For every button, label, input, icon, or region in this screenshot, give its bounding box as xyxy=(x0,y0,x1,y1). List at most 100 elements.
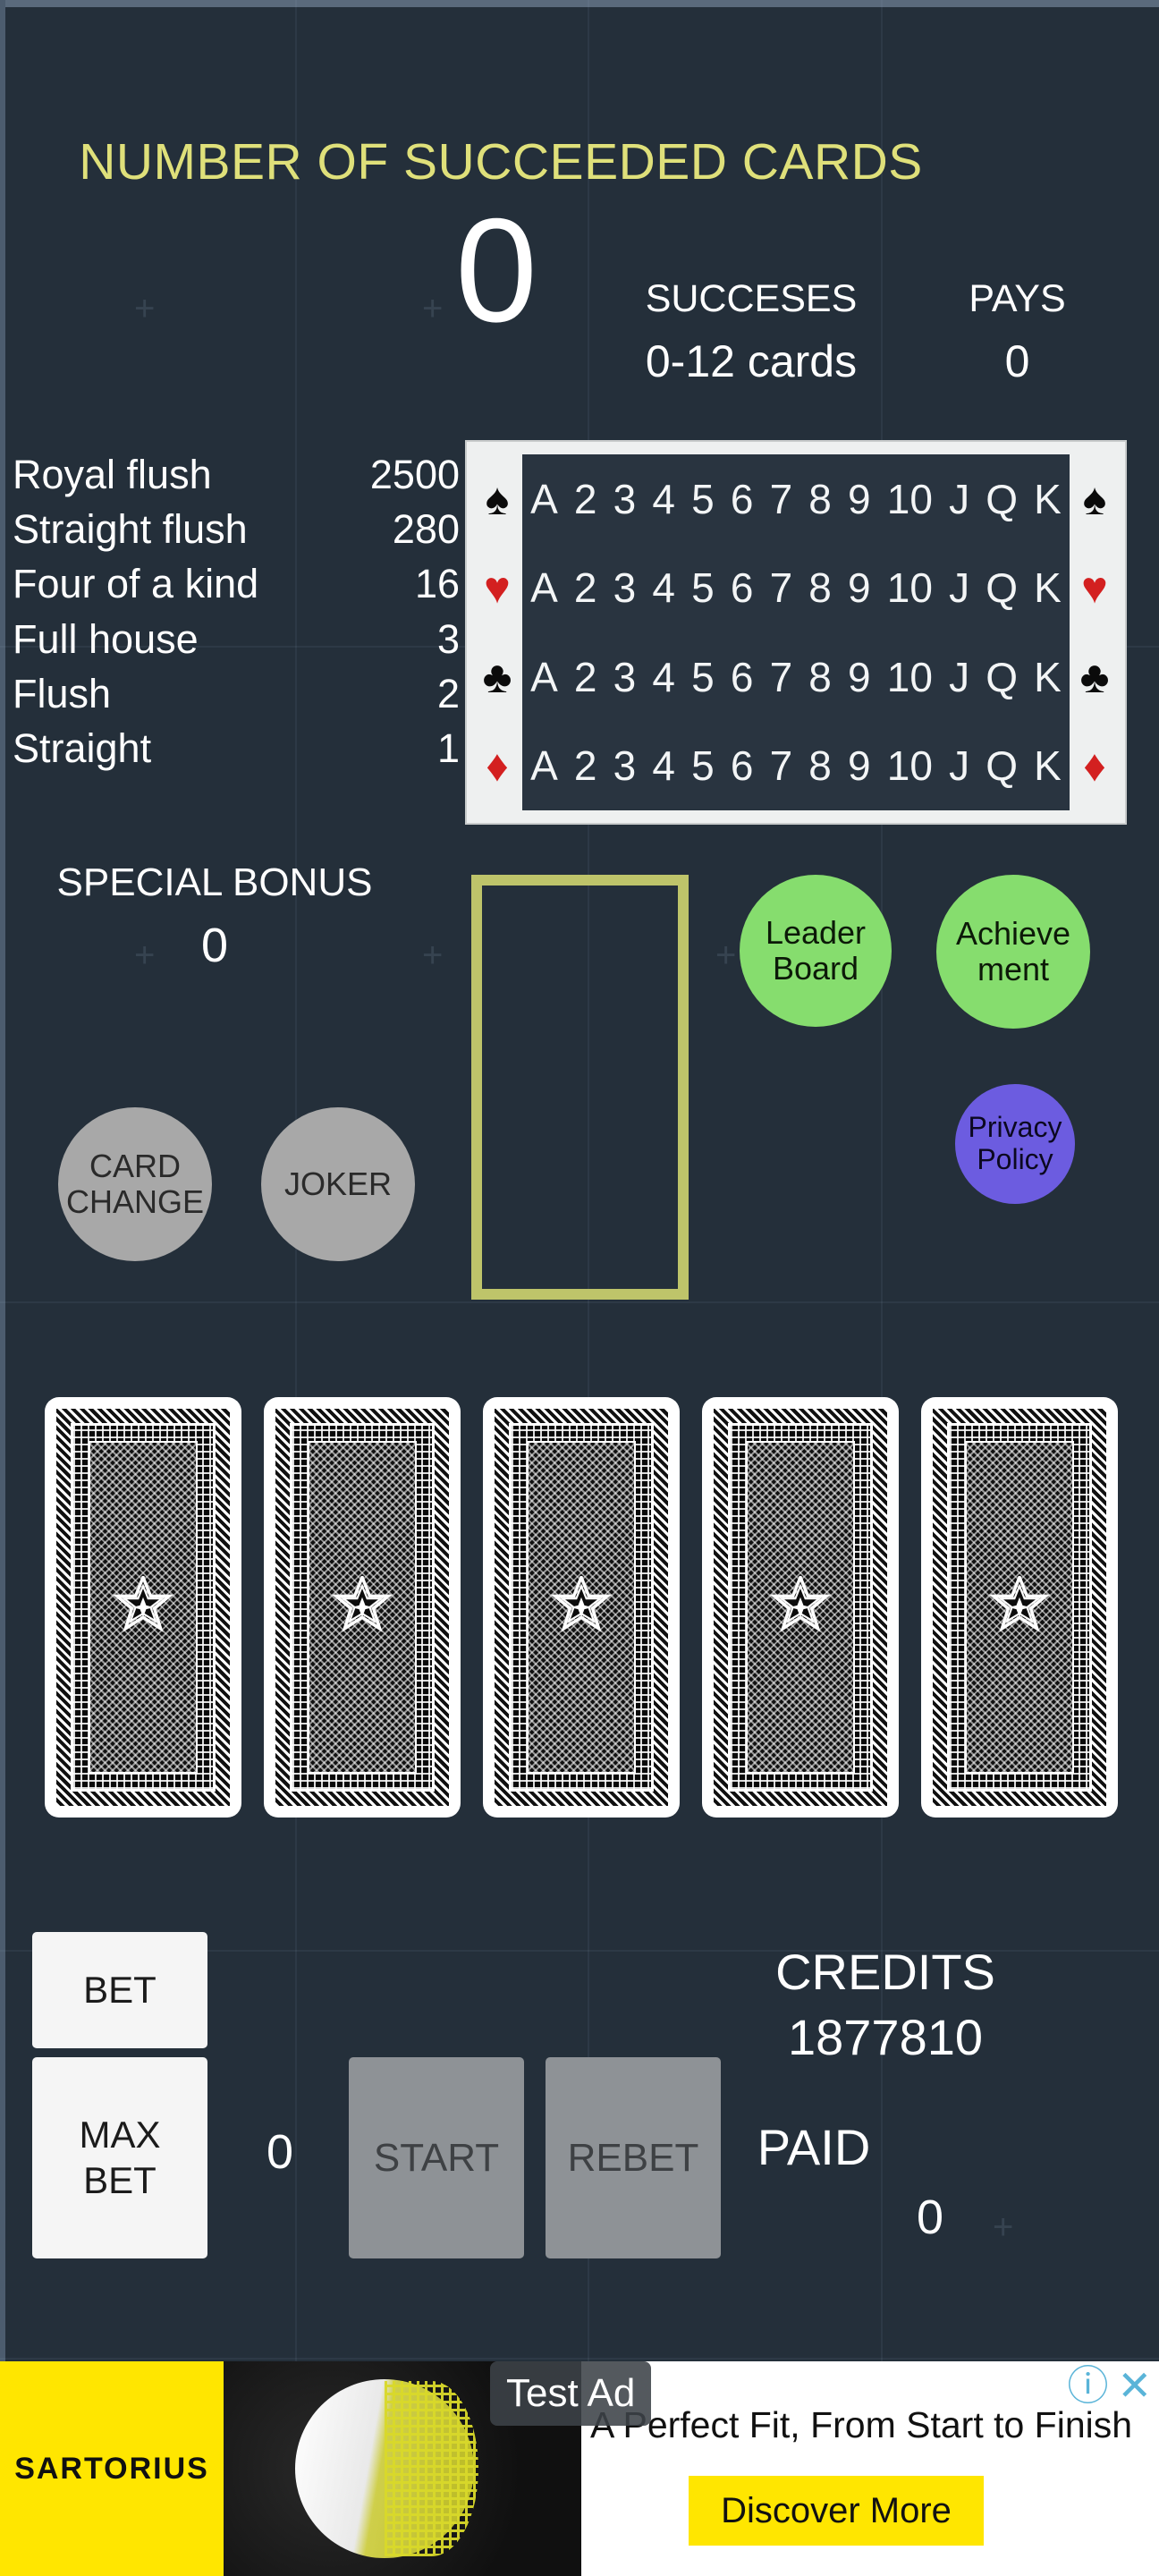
card-cell-diamond-7[interactable]: 7 xyxy=(770,745,793,786)
grid-line-h xyxy=(0,1301,1159,1303)
card-cell-club-10[interactable]: 10 xyxy=(887,657,933,698)
hand-card-5[interactable] xyxy=(921,1397,1118,1818)
card-cell-heart-2[interactable]: 2 xyxy=(574,567,597,608)
close-icon[interactable]: ✕ xyxy=(1117,2365,1152,2406)
card-cell-spade-2[interactable]: 2 xyxy=(574,479,597,520)
card-cell-club-6[interactable]: 6 xyxy=(731,657,754,698)
card-cell-heart-7[interactable]: 7 xyxy=(770,567,793,608)
leader-board-button[interactable]: Leader Board xyxy=(740,875,892,1027)
card-back-star-icon xyxy=(769,1576,832,1632)
paytable-hand-value: 2 xyxy=(436,670,460,716)
max-bet-button[interactable]: MAX BET xyxy=(32,2057,207,2258)
hand-card-2[interactable] xyxy=(264,1397,461,1818)
card-cell-club-4[interactable]: 4 xyxy=(652,657,675,698)
card-cell-heart-4[interactable]: 4 xyxy=(652,567,675,608)
card-cell-diamond-8[interactable]: 8 xyxy=(808,745,832,786)
succeeded-cards-count: 0 xyxy=(455,188,537,352)
card-grid-ranks: A 2 3 4 5 6 7 8 9 10 J Q K xyxy=(522,632,1070,722)
card-cell-diamond-K[interactable]: K xyxy=(1034,745,1062,786)
card-cell-club-8[interactable]: 8 xyxy=(808,657,832,698)
card-cell-spade-3[interactable]: 3 xyxy=(613,479,637,520)
card-cell-diamond-10[interactable]: 10 xyxy=(887,745,933,786)
card-cell-diamond-4[interactable]: 4 xyxy=(652,745,675,786)
card-cell-diamond-9[interactable]: 9 xyxy=(848,745,871,786)
card-cell-heart-K[interactable]: K xyxy=(1034,567,1062,608)
card-change-button[interactable]: CARD CHANGE xyxy=(58,1107,212,1261)
card-cell-spade-7[interactable]: 7 xyxy=(770,479,793,520)
card-cell-spade-Q[interactable]: Q xyxy=(986,479,1018,520)
privacy-policy-button[interactable]: Privacy Policy xyxy=(955,1084,1075,1204)
card-cell-spade-4[interactable]: 4 xyxy=(652,479,675,520)
card-cell-spade-10[interactable]: 10 xyxy=(887,479,933,520)
card-cell-club-5[interactable]: 5 xyxy=(691,657,715,698)
card-rank-grid[interactable]: ♠ A 2 3 4 5 6 7 8 9 10 J Q K ♠ ♥ A 2 3 4 5 6 7 8 9 10 J Q K ♥ ♣ A 2 3 4 5 6 7… xyxy=(465,440,1127,825)
card-cell-heart-5[interactable]: 5 xyxy=(691,567,715,608)
card-cell-club-2[interactable]: 2 xyxy=(574,657,597,698)
card-cell-spade-K[interactable]: K xyxy=(1034,479,1062,520)
special-bonus-label: SPECIAL BONUS xyxy=(56,860,373,904)
ad-cta-button[interactable]: Discover More xyxy=(689,2476,984,2546)
rebet-button[interactable]: REBET xyxy=(546,2057,721,2258)
card-cell-heart-8[interactable]: 8 xyxy=(808,567,832,608)
pays-label: PAYS xyxy=(969,277,1066,320)
card-cell-club-7[interactable]: 7 xyxy=(770,657,793,698)
card-cell-club-Q[interactable]: Q xyxy=(986,657,1018,698)
card-grid-ranks: A 2 3 4 5 6 7 8 9 10 J Q K xyxy=(522,721,1070,810)
info-icon[interactable]: ⓘ xyxy=(1067,2365,1108,2406)
card-cell-heart-J[interactable]: J xyxy=(949,567,969,608)
crosshair-marker: + xyxy=(134,289,156,328)
card-hand xyxy=(45,1397,1118,1818)
leader-board-label: Leader Board xyxy=(765,913,867,987)
paytable-hand-name: Straight flush xyxy=(13,506,248,553)
card-cell-diamond-Q[interactable]: Q xyxy=(986,745,1018,786)
card-cell-spade-A[interactable]: A xyxy=(530,479,558,520)
paytable-row: Flush 2 xyxy=(13,666,460,721)
card-cell-heart-Q[interactable]: Q xyxy=(986,567,1018,608)
start-button[interactable]: START xyxy=(349,2057,524,2258)
card-cell-diamond-5[interactable]: 5 xyxy=(691,745,715,786)
card-cell-club-A[interactable]: A xyxy=(530,657,558,698)
hand-card-1[interactable] xyxy=(45,1397,241,1818)
paytable-hand-value: 280 xyxy=(392,506,460,553)
joker-button[interactable]: JOKER xyxy=(261,1107,415,1261)
card-cell-diamond-A[interactable]: A xyxy=(530,745,558,786)
card-cell-club-K[interactable]: K xyxy=(1034,657,1062,698)
hand-card-3[interactable] xyxy=(483,1397,680,1818)
paytable-hand-value: 2500 xyxy=(369,452,460,497)
card-grid-row-heart: ♥ A 2 3 4 5 6 7 8 9 10 J Q K ♥ xyxy=(472,543,1120,632)
card-cell-spade-J[interactable]: J xyxy=(949,479,969,520)
card-cell-diamond-2[interactable]: 2 xyxy=(574,745,597,786)
card-cell-club-J[interactable]: J xyxy=(949,657,969,698)
paytable-row: Full house 3 xyxy=(13,612,460,666)
card-cell-heart-10[interactable]: 10 xyxy=(887,567,933,608)
card-cell-heart-6[interactable]: 6 xyxy=(731,567,754,608)
achievement-button[interactable]: Achieve ment xyxy=(936,875,1090,1029)
card-cell-club-3[interactable]: 3 xyxy=(613,657,637,698)
card-change-label: CARD CHANGE xyxy=(65,1147,205,1220)
heart-icon: ♥ xyxy=(484,563,511,614)
card-cell-heart-3[interactable]: 3 xyxy=(613,567,637,608)
paytable-hand-value: 16 xyxy=(414,561,460,607)
card-cell-diamond-3[interactable]: 3 xyxy=(613,745,637,786)
card-back-star-icon xyxy=(331,1576,393,1632)
card-cell-spade-9[interactable]: 9 xyxy=(848,479,871,520)
paid-value: 0 xyxy=(916,2190,944,2244)
card-back-star-icon xyxy=(550,1576,613,1632)
card-slot-placeholder[interactable] xyxy=(471,875,689,1300)
diamond-icon: ♦ xyxy=(486,741,509,792)
grid-line-h xyxy=(0,2358,1159,2360)
hand-card-4[interactable] xyxy=(702,1397,899,1818)
paytable-hand-value: 1 xyxy=(436,724,460,771)
card-cell-diamond-6[interactable]: 6 xyxy=(731,745,754,786)
card-cell-heart-9[interactable]: 9 xyxy=(848,567,871,608)
crosshair-marker: + xyxy=(422,936,444,975)
card-cell-spade-6[interactable]: 6 xyxy=(731,479,754,520)
card-cell-spade-8[interactable]: 8 xyxy=(808,479,832,520)
card-cell-club-9[interactable]: 9 xyxy=(848,657,871,698)
credits-display: CREDITS 1877810 xyxy=(698,1943,1073,2066)
ad-banner[interactable]: SARTORIUS A Perfect Fit, From Start to F… xyxy=(0,2361,1159,2576)
bet-button[interactable]: BET xyxy=(32,1932,207,2048)
card-cell-spade-5[interactable]: 5 xyxy=(691,479,715,520)
card-cell-heart-A[interactable]: A xyxy=(530,567,558,608)
card-cell-diamond-J[interactable]: J xyxy=(949,745,969,786)
